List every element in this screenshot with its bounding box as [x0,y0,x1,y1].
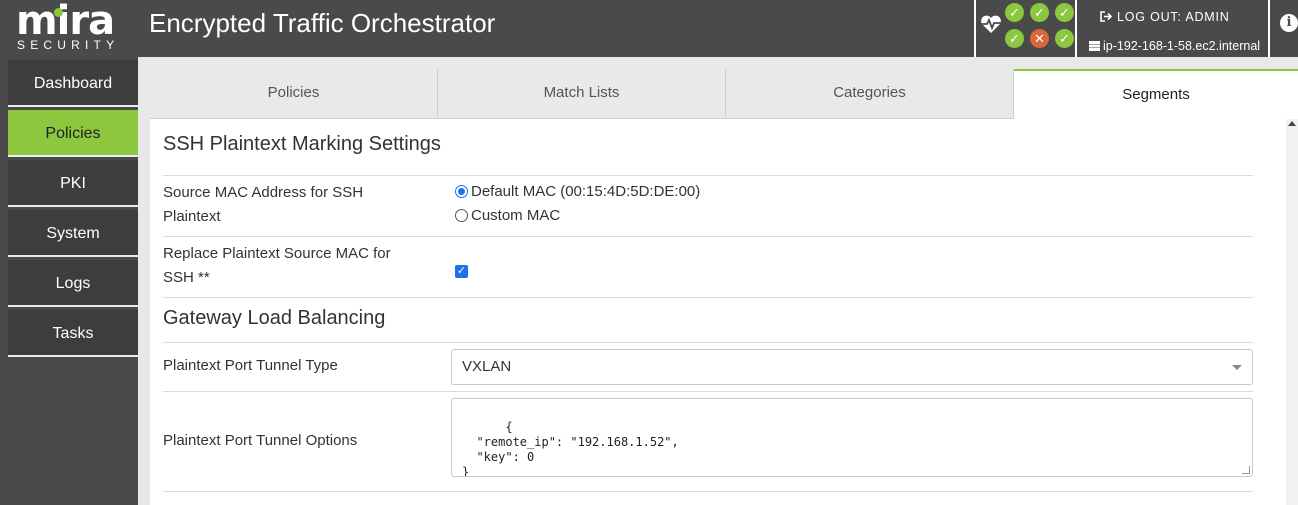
divider [163,297,1253,298]
status-ok-icon: ✓ [1005,3,1024,22]
status-ok-icon: ✓ [1005,29,1024,48]
scrollbar[interactable] [1286,119,1298,505]
replace-mac-label-line2: SSH ** [163,269,210,286]
status-ok-icon: ✓ [1055,29,1074,48]
replace-mac-label: Replace Plaintext Source MAC for SSH ** [163,242,391,290]
replace-mac-checkbox[interactable]: ✓ [455,265,468,278]
custom-mac-radio[interactable] [455,209,468,222]
status-ok-icon: ✓ [1030,3,1049,22]
divider [163,342,1253,343]
replace-mac-label-line1: Replace Plaintext Source MAC for [163,245,391,262]
tab-policies[interactable]: Policies [150,69,438,119]
divider [163,236,1253,237]
tunnel-options-textarea[interactable]: { "remote_ip": "192.168.1.52", "key": 0 … [451,398,1253,477]
user-block: LOG OUT: ADMIN ip-192-168-1-58.ec2.inter… [1080,0,1270,57]
tab-match-lists[interactable]: Match Lists [438,69,726,119]
default-mac-option[interactable]: Default MAC (00:15:4D:5D:DE:00) [455,183,700,200]
heartbeat-icon [981,15,1001,33]
tab-bar: Policies Match Lists Categories Segments [150,69,1298,119]
custom-mac-option[interactable]: Custom MAC [455,207,560,224]
default-mac-label: Default MAC (00:15:4D:5D:DE:00) [471,183,701,200]
scroll-up-icon[interactable] [1288,121,1296,126]
tunnel-type-label: Plaintext Port Tunnel Type [163,357,338,374]
tab-categories[interactable]: Categories [726,69,1014,119]
sidebar-item-system[interactable]: System [8,210,138,257]
gateway-section-title: Gateway Load Balancing [163,307,386,329]
system-status[interactable]: ✓ ✓ ✓ ✓ ✕ ✓ [974,0,1077,57]
status-error-icon: ✕ [1030,29,1049,48]
logo-dot [54,8,63,17]
sidebar-nav: Dashboard Policies PKI System Logs Tasks [8,60,138,360]
tunnel-options-value: { "remote_ip": "192.168.1.52", "key": 0 … [462,420,679,477]
logout-button[interactable]: LOG OUT: ADMIN [1100,10,1230,24]
custom-mac-label: Custom MAC [471,207,561,224]
source-mac-label-line2: Plaintext [163,208,221,225]
divider [163,491,1253,492]
hostname: ip-192-168-1-58.ec2.internal [1089,39,1260,53]
main-content: Policies Match Lists Categories Segments… [138,57,1298,505]
logo-subtitle: SECURITY [17,38,120,52]
default-mac-radio[interactable] [455,185,468,198]
sidebar-item-pki[interactable]: PKI [8,160,138,207]
info-icon[interactable]: i [1280,14,1298,32]
status-ok-icon: ✓ [1055,3,1074,22]
divider [163,391,1253,392]
sidebar-item-tasks[interactable]: Tasks [8,310,138,357]
app-title: Encrypted Traffic Orchestrator [149,8,496,38]
tunnel-options-label: Plaintext Port Tunnel Options [163,432,358,449]
sidebar-item-dashboard[interactable]: Dashboard [8,60,138,107]
logout-icon [1100,11,1113,22]
server-icon [1089,41,1100,51]
logout-label: LOG OUT: ADMIN [1117,10,1230,24]
source-mac-label-line1: Source MAC Address for SSH [163,184,364,201]
mira-logo[interactable]: mira SECURITY [14,0,128,52]
tunnel-type-select[interactable]: VXLAN [451,349,1253,385]
resize-handle-icon[interactable] [1242,466,1250,474]
divider [163,175,1253,176]
tunnel-type-value: VXLAN [462,358,512,375]
segments-panel: Policies Match Lists Categories Segments… [150,69,1298,505]
top-bar: mira SECURITY Encrypted Traffic Orchestr… [0,0,1298,57]
ssh-section-title: SSH Plaintext Marking Settings [163,133,441,155]
sidebar-item-logs[interactable]: Logs [8,260,138,307]
hostname-text: ip-192-168-1-58.ec2.internal [1103,39,1261,53]
chevron-down-icon [1232,365,1242,370]
source-mac-label: Source MAC Address for SSH Plaintext [163,181,363,229]
tab-segments[interactable]: Segments [1014,69,1298,119]
sidebar-item-policies[interactable]: Policies [8,110,138,157]
